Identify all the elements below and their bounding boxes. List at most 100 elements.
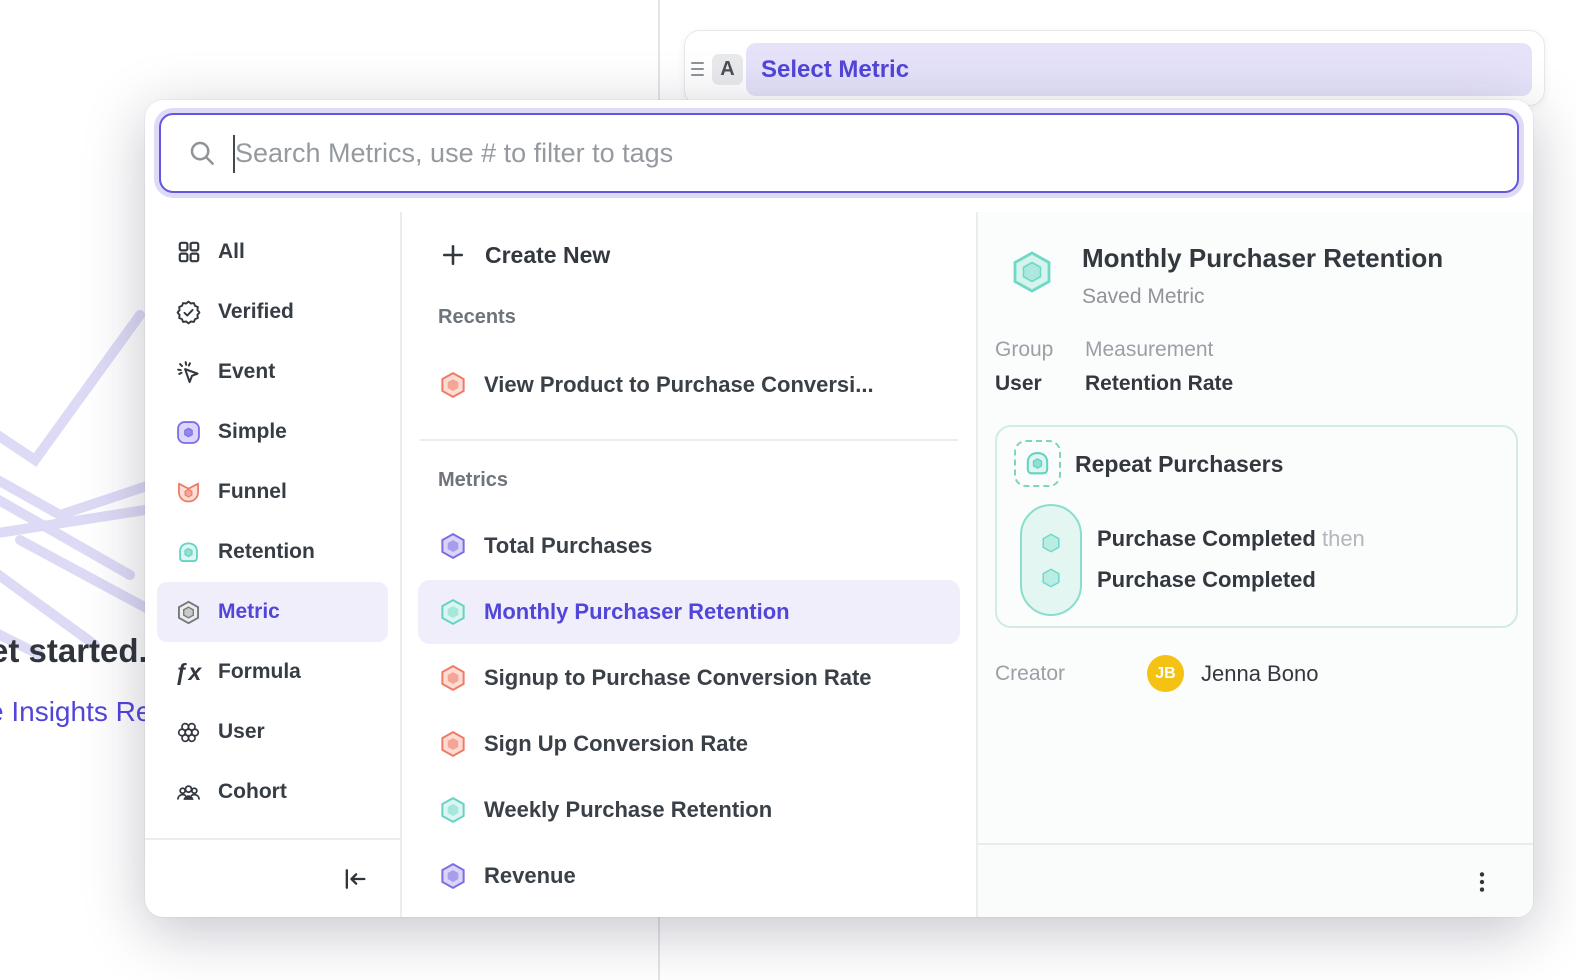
step-connector: then — [1322, 526, 1365, 551]
section-divider — [420, 439, 958, 441]
cohort-icon — [175, 779, 202, 806]
sidebar-item-user[interactable]: User — [157, 702, 388, 762]
sidebar-item-funnel[interactable]: Funnel — [157, 462, 388, 522]
coral-hexagon-icon — [438, 663, 468, 693]
sidebar-item-formula[interactable]: ƒx Formula — [157, 642, 388, 702]
sidebar-item-all[interactable]: All — [157, 222, 388, 282]
event-hexagon-icon — [1040, 567, 1062, 589]
sidebar-item-label: Formula — [218, 660, 301, 684]
sidebar-item-label: Funnel — [218, 480, 287, 504]
metric-item-label: View Product to Purchase Conversi... — [484, 372, 874, 398]
creator-name: Jenna Bono — [1201, 661, 1318, 687]
metric-item-sign-up-conversion-rate[interactable]: Sign Up Conversion Rate — [418, 712, 960, 776]
coral-hexagon-icon — [438, 370, 468, 400]
sidebar-item-label: User — [218, 720, 265, 744]
verified-badge-icon — [175, 299, 202, 326]
screen: et started. e Insights Re A Select Metri… — [0, 0, 1576, 980]
metric-letter-badge[interactable]: A — [712, 54, 743, 85]
cursor-click-icon — [175, 359, 202, 386]
formula-icon: ƒx — [175, 659, 202, 686]
retention-metric-icon — [175, 539, 202, 566]
collapse-icon — [341, 865, 369, 893]
coral-hexagon-icon — [438, 729, 468, 759]
metric-item-label: Revenue — [484, 863, 576, 889]
sidebar-item-verified[interactable]: Verified — [157, 282, 388, 342]
sidebar-item-metric[interactable]: Metric — [157, 582, 388, 642]
behavior-icon-frame — [1014, 440, 1061, 487]
sidebar-item-label: Event — [218, 360, 275, 384]
more-options-button[interactable] — [1464, 864, 1500, 900]
detail-subtitle: Saved Metric — [1082, 285, 1205, 309]
detail-meta: Group User Measurement Retention Rate — [995, 338, 1233, 396]
metric-query-row: A Select Metric — [684, 30, 1545, 106]
metric-item-signup-to-purchase-conversion-rate[interactable]: Signup to Purchase Conversion Rate — [418, 646, 960, 710]
text-cursor — [233, 135, 235, 173]
sidebar-item-event[interactable]: Event — [157, 342, 388, 402]
metric-item-revenue[interactable]: Revenue — [418, 844, 960, 908]
sidebar-item-cohort[interactable]: Cohort — [157, 762, 388, 822]
metric-item-label: Signup to Purchase Conversion Rate — [484, 665, 872, 691]
collapse-sidebar-button[interactable] — [338, 862, 372, 896]
creator-row: Creator JB Jenna Bono — [995, 655, 1318, 692]
drag-handle-icon[interactable] — [691, 58, 707, 80]
metric-definition-card: Repeat Purchasers Purchase Completed the… — [995, 425, 1518, 628]
definition-step-2: Purchase Completed — [1097, 567, 1316, 593]
kebab-menu-icon — [1469, 869, 1495, 895]
sidebar-item-label: Metric — [218, 600, 280, 624]
event-sequence-capsule — [1020, 504, 1082, 616]
measurement-value: Retention Rate — [1085, 372, 1233, 396]
behavior-name: Repeat Purchasers — [1075, 451, 1283, 478]
sidebar-item-label: Simple — [218, 420, 287, 444]
sidebar-item-label: Cohort — [218, 780, 287, 804]
metric-item-label: Monthly Purchaser Retention — [484, 599, 790, 625]
sidebar-item-label: All — [218, 240, 245, 264]
group-value: User — [995, 372, 1062, 396]
measurement-label: Measurement — [1085, 338, 1233, 362]
purple-hexagon-icon — [438, 531, 468, 561]
metric-selector-modal: All Verified — [145, 100, 1533, 917]
detail-footer — [978, 843, 1533, 917]
detail-title: Monthly Purchaser Retention — [1082, 243, 1443, 274]
teal-hexagon-icon — [1008, 248, 1056, 301]
purple-hexagon-icon — [438, 861, 468, 891]
metric-list-panel: Create New Recents View Product to Purch… — [400, 212, 978, 917]
sidebar-item-retention[interactable]: Retention — [157, 522, 388, 582]
measurement-column: Measurement Retention Rate — [1085, 338, 1233, 396]
user-profile-icon — [175, 719, 202, 746]
sidebar-item-label: Retention — [218, 540, 315, 564]
metric-item-weekly-purchase-retention[interactable]: Weekly Purchase Retention — [418, 778, 960, 842]
create-new-label: Create New — [485, 242, 610, 269]
metric-item-label: Sign Up Conversion Rate — [484, 731, 748, 757]
teal-hexagon-icon — [438, 597, 468, 627]
create-new-button[interactable]: Create New — [418, 232, 960, 278]
creator-label: Creator — [995, 662, 1147, 686]
funnel-metric-icon — [175, 479, 202, 506]
search-bar — [159, 113, 1519, 193]
metric-detail-panel: Monthly Purchaser Retention Saved Metric… — [978, 212, 1533, 917]
group-label: Group — [995, 338, 1062, 362]
type-filter-sidebar: All Verified — [145, 212, 400, 917]
sidebar-item-label: Verified — [218, 300, 294, 324]
sidebar-item-simple[interactable]: Simple — [157, 402, 388, 462]
teal-hexagon-icon — [438, 795, 468, 825]
simple-metric-icon — [175, 419, 202, 446]
sidebar-footer — [145, 838, 400, 917]
saved-metric-icon — [175, 599, 202, 626]
recents-section-label: Recents — [438, 306, 960, 329]
recent-metric-item[interactable]: View Product to Purchase Conversi... — [418, 353, 960, 417]
select-metric-button[interactable]: Select Metric — [746, 43, 1532, 96]
metric-item-label: Total Purchases — [484, 533, 652, 559]
definition-step-1: Purchase Completed then — [1097, 526, 1365, 552]
background-heading-partial: et started. — [0, 632, 148, 670]
search-icon — [187, 138, 217, 168]
grid-icon — [175, 239, 202, 266]
search-input[interactable] — [235, 138, 1491, 169]
event-hexagon-icon — [1040, 532, 1062, 554]
metric-item-label: Weekly Purchase Retention — [484, 797, 772, 823]
background-link-partial[interactable]: e Insights Re — [0, 696, 151, 728]
metric-item-monthly-purchaser-retention[interactable]: Monthly Purchaser Retention — [418, 580, 960, 644]
metrics-section-label: Metrics — [438, 469, 960, 492]
avatar: JB — [1147, 655, 1184, 692]
plus-icon — [438, 240, 468, 270]
metric-item-total-purchases[interactable]: Total Purchases — [418, 514, 960, 578]
